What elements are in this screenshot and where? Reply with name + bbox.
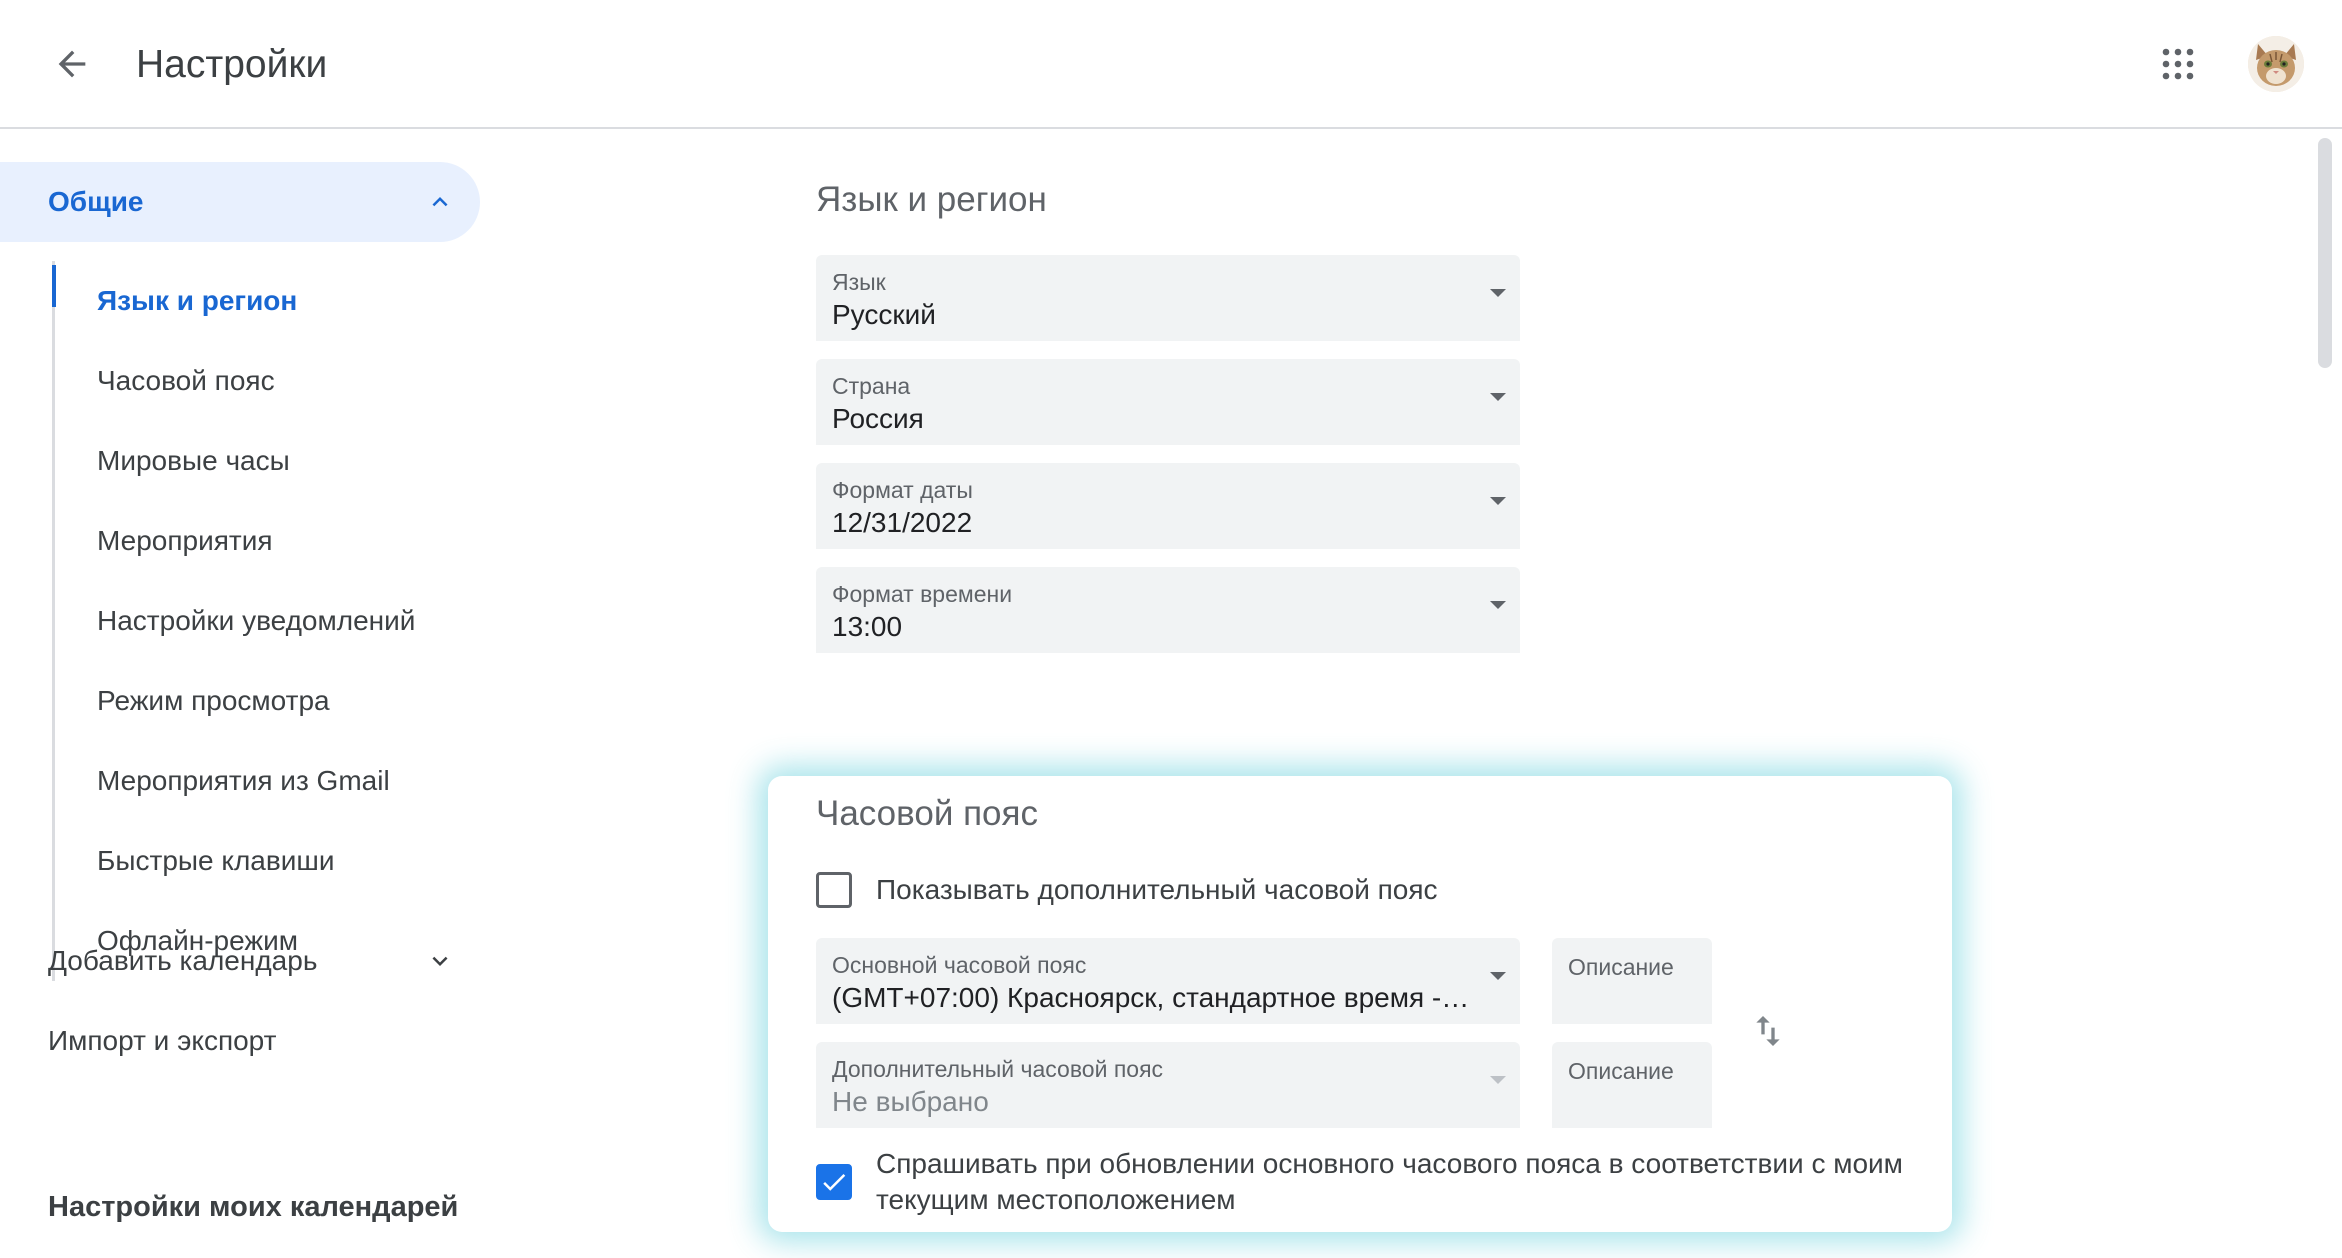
cat-avatar-icon [2248,36,2304,92]
ask-update-tz-label: Спрашивать при обновлении основного часо… [876,1148,1903,1215]
page-scrollbar[interactable] [2318,138,2332,368]
sidebar-item-language-region[interactable]: Язык и регион [52,261,482,341]
show-secondary-tz-option[interactable]: Показывать дополнительный часовой пояс [816,872,1438,908]
language-select-value: Русский [832,299,936,330]
sidebar-item-gmail-events[interactable]: Мероприятия из Gmail [55,741,482,821]
sidebar-item-general-label: Общие [48,186,144,217]
sidebar-item-import-export[interactable]: Импорт и экспорт [0,1001,480,1081]
checkmark-icon [823,1173,846,1191]
time-format-select[interactable]: Формат времени 13:00 [816,567,1520,653]
google-apps-button[interactable] [2148,34,2208,94]
show-secondary-tz-checkbox[interactable] [816,872,852,908]
country-select-label: Страна [832,373,911,399]
primary-tz-description-label: Описание [1568,954,1674,980]
secondary-tz-description-label: Описание [1568,1058,1674,1084]
chevron-down-icon[interactable] [420,941,460,981]
sidebar-item-import-export-label: Импорт и экспорт [48,1025,277,1056]
language-select-label: Язык [832,269,886,295]
dropdown-arrow-icon [1490,497,1506,505]
primary-tz-description-input[interactable]: Описание [1552,938,1712,1024]
back-button[interactable] [42,34,102,94]
sidebar-item-time-zone[interactable]: Часовой пояс [55,341,482,421]
date-format-select[interactable]: Формат даты 12/31/2022 [816,463,1520,549]
language-region-title: Язык и регион [816,180,1047,219]
sidebar-item-events[interactable]: Мероприятия [55,501,482,581]
dropdown-arrow-icon [1490,601,1506,609]
page-title: Настройки [136,43,328,86]
date-format-select-value: 12/31/2022 [832,507,973,538]
dropdown-arrow-icon [1490,289,1506,297]
country-select-value: Россия [832,403,924,434]
general-sub-nav: Язык и регион Часовой пояс Мировые часы … [52,261,482,981]
sidebar-section-my-calendars: Настройки моих календарей [48,1191,459,1223]
sidebar-item-add-calendar[interactable]: Добавить календарь [0,921,480,1001]
show-secondary-tz-label: Показывать дополнительный часовой пояс [876,874,1438,905]
secondary-tz-label: Дополнительный часовой пояс [832,1056,1164,1082]
time-format-select-label: Формат времени [832,581,1013,607]
swap-time-zones-button[interactable] [1746,1006,1790,1056]
dropdown-arrow-icon [1490,1076,1506,1084]
arrow-back-icon [58,50,86,78]
secondary-tz-value: Не выбрано [832,1086,989,1117]
primary-tz-value: (GMT+07:00) Красноярск, стандартное врем… [832,982,1472,1013]
date-format-select-label: Формат даты [832,477,973,503]
settings-sidebar: Общие Язык и регион Часовой пояс Мировые… [0,131,500,1258]
primary-tz-label: Основной часовой пояс [832,952,1087,978]
account-avatar[interactable] [2248,36,2304,92]
ask-update-tz-option[interactable]: Спрашивать при обновлении основного часо… [816,1146,1936,1218]
ask-update-tz-checkbox[interactable] [816,1164,852,1200]
time-format-select-value: 13:00 [832,611,903,642]
chevron-up-icon[interactable] [420,182,460,222]
secondary-tz-description-input[interactable]: Описание [1552,1042,1712,1128]
primary-tz-select[interactable]: Основной часовой пояс (GMT+07:00) Красно… [816,938,1520,1024]
sidebar-item-view-options[interactable]: Режим просмотра [55,661,482,741]
time-zone-title: Часовой пояс [816,794,1038,833]
sidebar-item-keyboard-shortcuts[interactable]: Быстрые клавиши [55,821,482,901]
sidebar-item-notifications[interactable]: Настройки уведомлений [55,581,482,661]
swap-vertical-icon [1756,1016,1780,1046]
country-select[interactable]: Страна Россия [816,359,1520,445]
sidebar-item-add-calendar-label: Добавить календарь [48,945,318,976]
dropdown-arrow-icon [1490,393,1506,401]
app-header: Настройки [0,0,2342,129]
secondary-tz-select[interactable]: Дополнительный часовой пояс Не выбрано [816,1042,1520,1128]
dropdown-arrow-icon [1490,972,1506,980]
sidebar-item-world-clock[interactable]: Мировые часы [55,421,482,501]
apps-grid-icon [2162,48,2194,80]
sidebar-item-general[interactable]: Общие [0,162,480,242]
language-select[interactable]: Язык Русский [816,255,1520,341]
